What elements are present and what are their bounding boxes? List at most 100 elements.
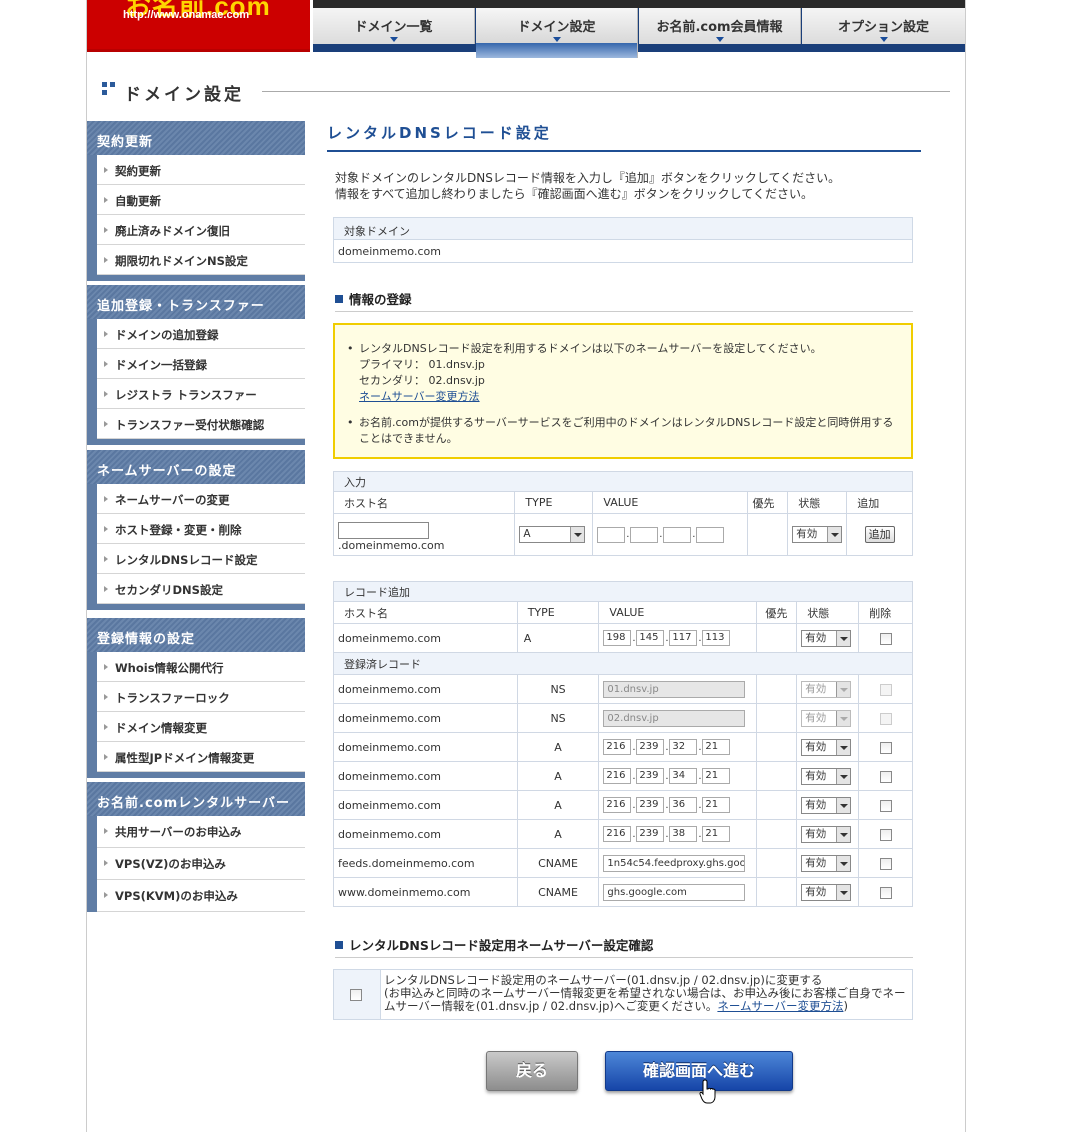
status-select[interactable]: 有効	[801, 883, 852, 901]
sidebar-group-info: 登録情報の設定 Whois情報公開代行 トランスファーロック ドメイン情報変更 …	[87, 618, 305, 778]
sidebar-item[interactable]: Whois情報公開代行	[97, 652, 305, 682]
onamae-logo[interactable]: お名前.com http://www.onamae.com	[87, 0, 310, 52]
col-priority: 優先	[747, 491, 789, 514]
sidebar-item[interactable]: ドメイン一括登録	[97, 349, 305, 379]
sidebar-item[interactable]: 廃止済みドメイン復旧	[97, 215, 305, 245]
delete-checkbox[interactable]	[879, 799, 892, 812]
ip-input[interactable]: 21	[702, 768, 731, 784]
intro-text: 対象ドメインのレンタルDNSレコード情報を入力し『追加』ボタンをクリックしてくだ…	[335, 170, 915, 202]
sidebar-item[interactable]: 共用サーバーのお申込み	[97, 816, 305, 848]
status-select[interactable]: 有効	[801, 854, 852, 872]
chevron-down-icon	[715, 37, 724, 42]
ip-input[interactable]: 21	[702, 739, 731, 755]
sidebar-item[interactable]: トランスファーロック	[97, 682, 305, 712]
host-cell: domeinmemo.com	[333, 623, 518, 653]
ip-input[interactable]: 216	[603, 797, 632, 813]
sidebar-item[interactable]: ドメイン情報変更	[97, 712, 305, 742]
ip-input[interactable]: 113	[702, 630, 731, 646]
ip-input[interactable]: 117	[669, 630, 698, 646]
page-title-text: ドメイン設定	[124, 85, 244, 105]
host-cell: domeinmemo.com	[333, 674, 518, 704]
sidebar-item[interactable]: セカンダリDNS設定	[97, 574, 305, 604]
sidebar-item[interactable]: VPS(VZ)のお申込み	[97, 848, 305, 880]
value-input[interactable]: 1n54c54.feedproxy.ghs.goo	[603, 854, 746, 872]
input-caption: 入力	[333, 471, 913, 492]
ip-input[interactable]: 21	[702, 826, 731, 842]
delete-checkbox[interactable]	[879, 857, 892, 870]
priority-cell	[756, 703, 798, 733]
notice-primary: プライマリ： 01.dnsv.jp	[359, 358, 485, 371]
ip-input[interactable]: 239	[636, 797, 665, 813]
nav-domain-settings[interactable]: ドメイン設定	[476, 8, 638, 58]
ip-input[interactable]: 239	[636, 768, 665, 784]
table-row: domeinmemo.com A 216. 239. 36. 21 有効	[333, 790, 913, 820]
dropdown-arrow-icon	[827, 527, 842, 542]
priority-cell	[756, 761, 798, 791]
sidebar-item[interactable]: レンタルDNSレコード設定	[97, 544, 305, 574]
status-select[interactable]: 有効	[801, 825, 852, 843]
sidebar-item[interactable]: トランスファー受付状態確認	[97, 409, 305, 439]
ip-input[interactable]: 216	[603, 739, 632, 755]
status-select[interactable]: 有効	[792, 526, 843, 543]
nav-member-info[interactable]: お名前.com会員情報	[639, 8, 801, 44]
delete-checkbox	[879, 712, 892, 725]
delete-checkbox[interactable]	[879, 632, 892, 645]
notice-line: レンタルDNSレコード設定を利用するドメインは以下のネームサーバーを設定してくだ…	[359, 342, 822, 355]
sidebar-item[interactable]: レジストラ トランスファー	[97, 379, 305, 409]
global-nav-topbar	[313, 0, 965, 8]
sidebar-item[interactable]: 契約更新	[97, 155, 305, 185]
ip-input[interactable]: 216	[603, 826, 632, 842]
ip-input[interactable]: 32	[669, 739, 698, 755]
ip-input[interactable]: 36	[669, 797, 698, 813]
status-select[interactable]: 有効	[801, 767, 852, 785]
table-row: domeinmemo.com A 198. 145. 117. 113 有効	[333, 623, 913, 653]
nameserver-change-link[interactable]: ネームサーバー変更方法	[717, 999, 843, 1013]
nav-label: オプション設定	[837, 20, 929, 35]
status-select[interactable]: 有効	[801, 629, 852, 647]
ip-input[interactable]: 34	[669, 768, 698, 784]
sidebar-item[interactable]: VPS(KVM)のお申込み	[97, 880, 305, 912]
delete-checkbox[interactable]	[879, 770, 892, 783]
ip-input[interactable]: 216	[603, 768, 632, 784]
delete-checkbox[interactable]	[879, 741, 892, 754]
ip-input[interactable]: 198	[603, 630, 632, 646]
status-select[interactable]: 有効	[801, 796, 852, 814]
nameserver-change-checkbox[interactable]	[350, 989, 362, 1001]
intro-line: 情報をすべて追加し終わりましたら『確認画面へ進む』ボタンをクリックしてください。	[335, 187, 813, 201]
ip-input[interactable]	[696, 526, 725, 543]
type-select[interactable]: A	[519, 526, 586, 543]
value-input[interactable]: ghs.google.com	[603, 883, 746, 901]
col-type: TYPE	[514, 491, 594, 514]
ip-input[interactable]	[663, 526, 692, 543]
sidebar-item[interactable]: 属性型JPドメイン情報変更	[97, 742, 305, 772]
nav-domain-list[interactable]: ドメイン一覧	[313, 8, 475, 44]
ip-input[interactable]: 239	[636, 826, 665, 842]
col-add: 追加	[846, 491, 913, 514]
sidebar-group-rental-server: お名前.comレンタルサーバー 共用サーバーのお申込み VPS(VZ)のお申込み…	[87, 782, 305, 912]
sidebar-item[interactable]: ドメインの追加登録	[97, 319, 305, 349]
ip-input[interactable]: 21	[702, 797, 731, 813]
priority-cell	[756, 674, 798, 704]
sidebar-item[interactable]: 自動更新	[97, 185, 305, 215]
ip-input[interactable]	[597, 526, 626, 543]
ip-input[interactable]: 145	[636, 630, 665, 646]
sidebar-item[interactable]: 期限切れドメインNS設定	[97, 245, 305, 275]
value-input: 01.dnsv.jp	[603, 680, 746, 698]
nameserver-change-link[interactable]: ネームサーバー変更方法	[359, 390, 480, 403]
nav-option-settings[interactable]: オプション設定	[802, 8, 965, 44]
back-button[interactable]: 戻る	[486, 1051, 578, 1091]
status-select[interactable]: 有効	[801, 738, 852, 756]
ip-input[interactable]	[630, 526, 659, 543]
intro-line: 対象ドメインのレンタルDNSレコード情報を入力し『追加』ボタンをクリックしてくだ…	[335, 171, 841, 185]
delete-checkbox[interactable]	[879, 886, 892, 899]
add-button[interactable]: 追加	[864, 526, 895, 543]
sidebar-item[interactable]: ネームサーバーの変更	[97, 484, 305, 514]
table-row: www.domeinmemo.com CNAME ghs.google.com …	[333, 877, 913, 907]
status-select-value: 有効	[805, 827, 827, 840]
delete-checkbox[interactable]	[879, 828, 892, 841]
sidebar-item[interactable]: ホスト登録・変更・削除	[97, 514, 305, 544]
host-name-input[interactable]	[338, 521, 429, 539]
ip-input[interactable]: 38	[669, 826, 698, 842]
ip-input[interactable]: 239	[636, 739, 665, 755]
chevron-down-icon	[879, 37, 888, 42]
